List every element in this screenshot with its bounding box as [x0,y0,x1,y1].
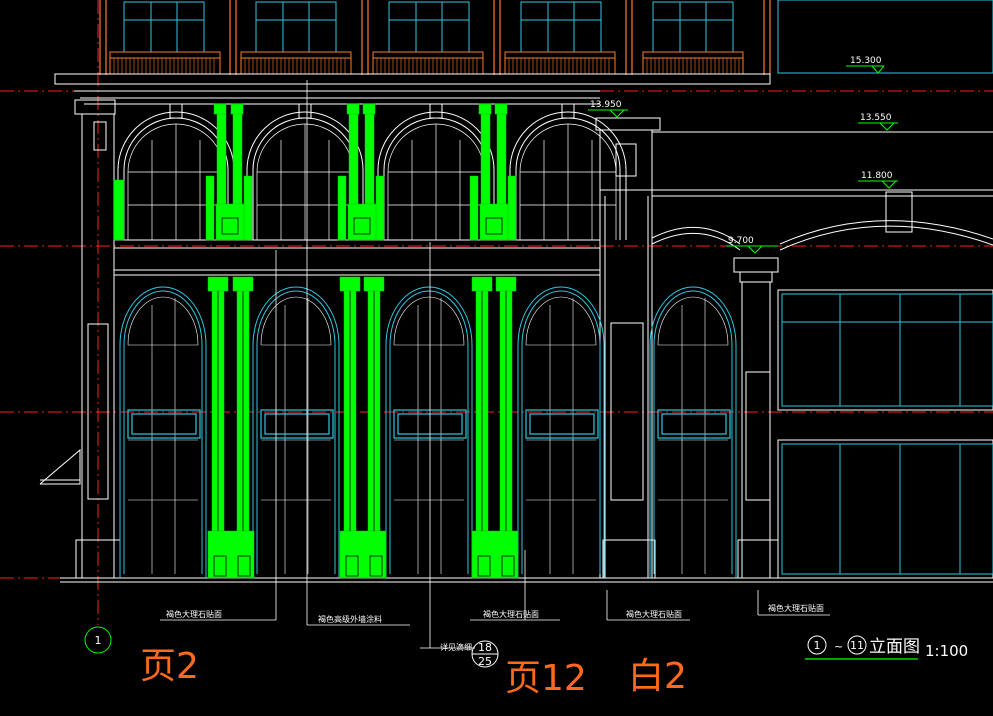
elevation-drawing-canvas: 15.300 13.950 13.550 11.800 9.700 褐色大理石贴… [0,0,993,716]
material-note-1: 褐色大理石贴面 [166,609,222,619]
material-note-3: 褐色大理石贴面 [483,609,539,619]
material-note-5: 褐色大理石贴面 [768,603,824,613]
grid-axis-label: 1 [95,634,102,647]
title-from: 1 [814,639,821,652]
handwritten-note-3: 白2 [628,656,687,697]
elevation-mark-2: 13.950 [590,100,622,110]
title-range-sep: ~ [834,640,843,653]
handwritten-note-2: 页12 [505,658,587,699]
material-note-2: 褐色高级外墙涂料 [318,614,382,624]
elevation-mark-4: 11.800 [861,171,893,181]
elevation-mark-3: 13.550 [860,113,892,123]
detail-ref-label: 详见滴细 [440,642,472,652]
drawing-scale: 1:100 [925,642,968,660]
detail-ref-bottom: 25 [478,655,492,668]
elevation-mark-1: 15.300 [850,56,882,66]
material-note-4: 褐色大理石贴面 [626,609,682,619]
title-to: 11 [850,639,864,652]
elevation-mark-5: 9.700 [728,236,754,246]
drawing-title: 立面图 [869,637,920,657]
detail-ref-top: 18 [478,641,492,654]
handwritten-note-1: 页2 [140,646,199,687]
